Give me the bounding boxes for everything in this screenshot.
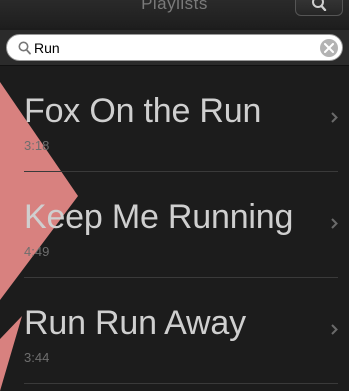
search-bar [0,30,349,66]
clear-search-button[interactable] [320,39,338,57]
header-search-button[interactable] [295,0,343,16]
chevron-right-icon [331,218,338,229]
song-duration: 3:44 [24,350,50,365]
song-title: Run Run Away [24,304,246,342]
search-icon [312,0,327,11]
song-duration: 4:49 [24,244,50,259]
header-bar: Playlists [0,0,349,28]
search-icon [18,41,31,55]
song-title: Keep Me Running [24,198,294,236]
search-input[interactable] [34,38,304,58]
clear-icon [324,43,334,53]
chevron-right-icon [331,112,338,123]
search-field[interactable] [6,34,343,61]
chevron-right-icon [331,324,338,335]
list-item[interactable]: Run Run Away 3:44 [24,278,338,384]
song-title: Fox On the Run [24,92,262,130]
list-item[interactable]: Keep Me Running 4:49 [24,172,338,278]
search-results-list: Fox On the Run 3:18 Keep Me Running 4:49… [0,66,349,384]
list-item[interactable]: Fox On the Run 3:18 [24,66,338,172]
song-duration: 3:18 [24,138,50,153]
